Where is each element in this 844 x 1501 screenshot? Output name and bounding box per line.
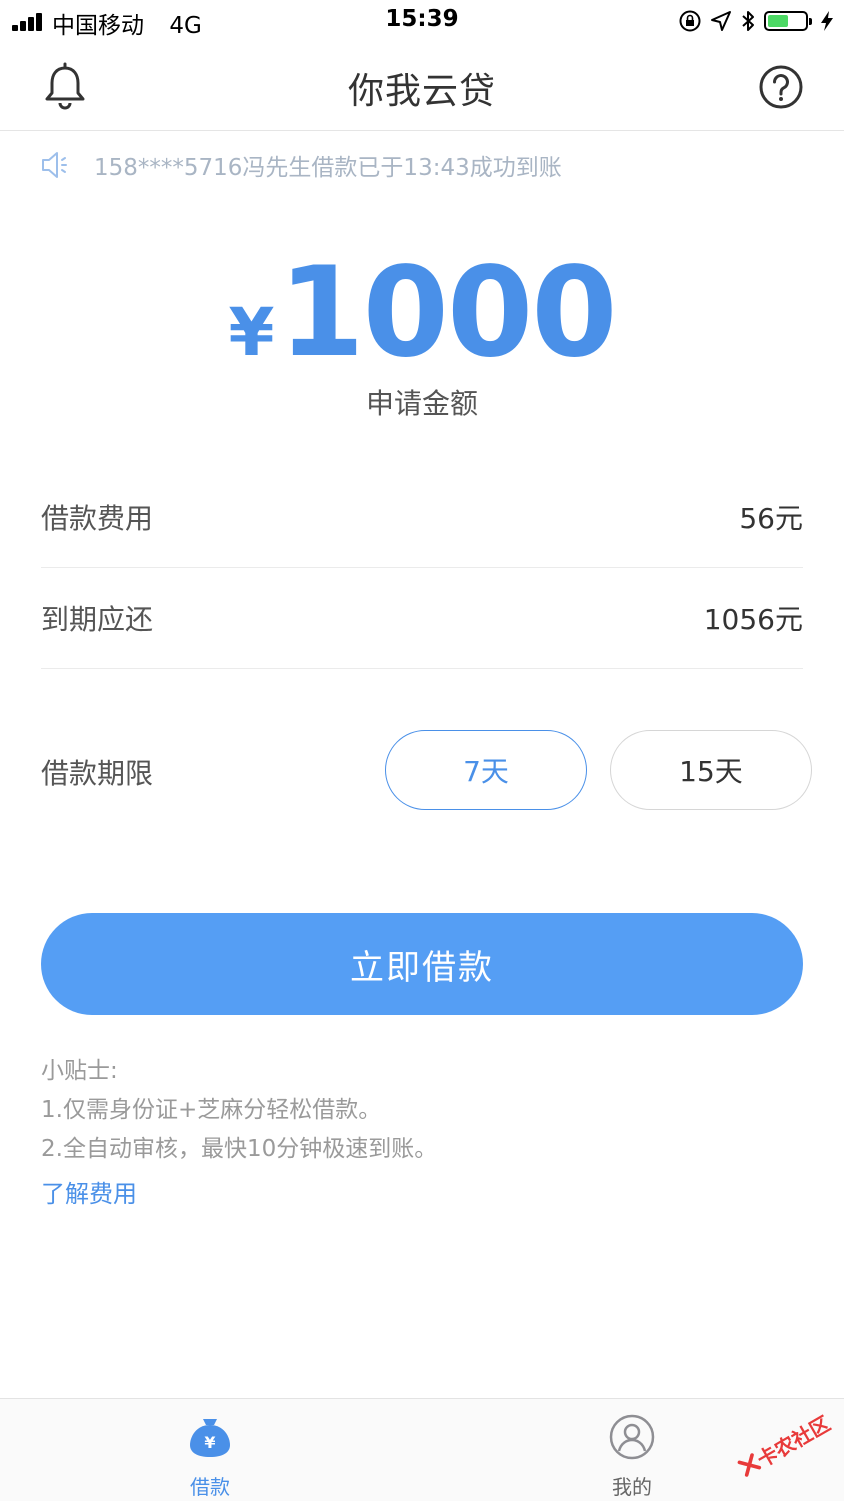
amount-label: 申请金额 (365, 387, 478, 420)
amount-value: 1000 (278, 241, 617, 385)
term-row: 借款期限 7天 15天 (41, 730, 813, 810)
borrow-now-button[interactable]: 立即借款 (41, 913, 803, 1015)
tab-mine[interactable]: 我的 (552, 1399, 712, 1501)
page-title: 你我云贷 (347, 71, 496, 112)
loan-amount: ¥1000 (0, 248, 844, 378)
loan-notice: 158****5716冯先生借款已于13:43成功到账 (40, 143, 562, 187)
battery-fill (768, 15, 788, 27)
fee-value: 56元 (739, 502, 803, 535)
tab-borrow[interactable]: ¥ 借款 (130, 1399, 290, 1501)
charging-bolt-icon (821, 11, 833, 31)
speaker-icon (42, 152, 67, 178)
notice-text: 158****5716冯先生借款已于13:43成功到账 (94, 155, 562, 181)
term-option-15-days[interactable]: 15天 (610, 730, 812, 810)
battery-icon (764, 11, 812, 31)
tab-mine-label: 我的 (612, 1475, 652, 1499)
help-icon[interactable] (758, 64, 804, 110)
tips-line: 2.全自动审核，最快10分钟极速到账。 (41, 1136, 438, 1162)
bluetooth-icon (742, 11, 754, 31)
location-arrow-icon (711, 11, 731, 31)
status-bar: 中国移动 4G 15:39 (0, 0, 844, 44)
currency-symbol: ¥ (228, 294, 275, 371)
due-label: 到期应还 (41, 603, 154, 636)
money-bag-icon: ¥ (190, 1419, 230, 1457)
fee-row: 借款费用 56元 (41, 467, 803, 568)
fee-details-link[interactable]: 了解费用 (41, 1174, 137, 1209)
due-value: 1056元 (703, 603, 803, 636)
status-icons (678, 8, 834, 34)
watermark-text: 卡农社区 (752, 1410, 835, 1472)
user-icon (609, 1414, 655, 1460)
tab-borrow-label: 借款 (190, 1475, 230, 1499)
rotation-lock-icon (679, 10, 701, 32)
term-label: 借款期限 (41, 757, 154, 790)
term-option-7-days[interactable]: 7天 (385, 730, 587, 810)
tips-section: 小贴士: 1.仅需身份证+芝麻分轻松借款。 2.全自动审核，最快10分钟极速到账… (41, 1052, 801, 1169)
tips-line: 1.仅需身份证+芝麻分轻松借款。 (41, 1097, 382, 1123)
svg-text:¥: ¥ (204, 1433, 215, 1452)
tab-bar: ¥ 借款 我的 (0, 1398, 844, 1501)
due-row: 到期应还 1056元 (41, 568, 803, 669)
fee-label: 借款费用 (41, 502, 154, 535)
navigation-bar: 你我云贷 (0, 44, 844, 131)
tips-title: 小贴士: (41, 1058, 118, 1084)
